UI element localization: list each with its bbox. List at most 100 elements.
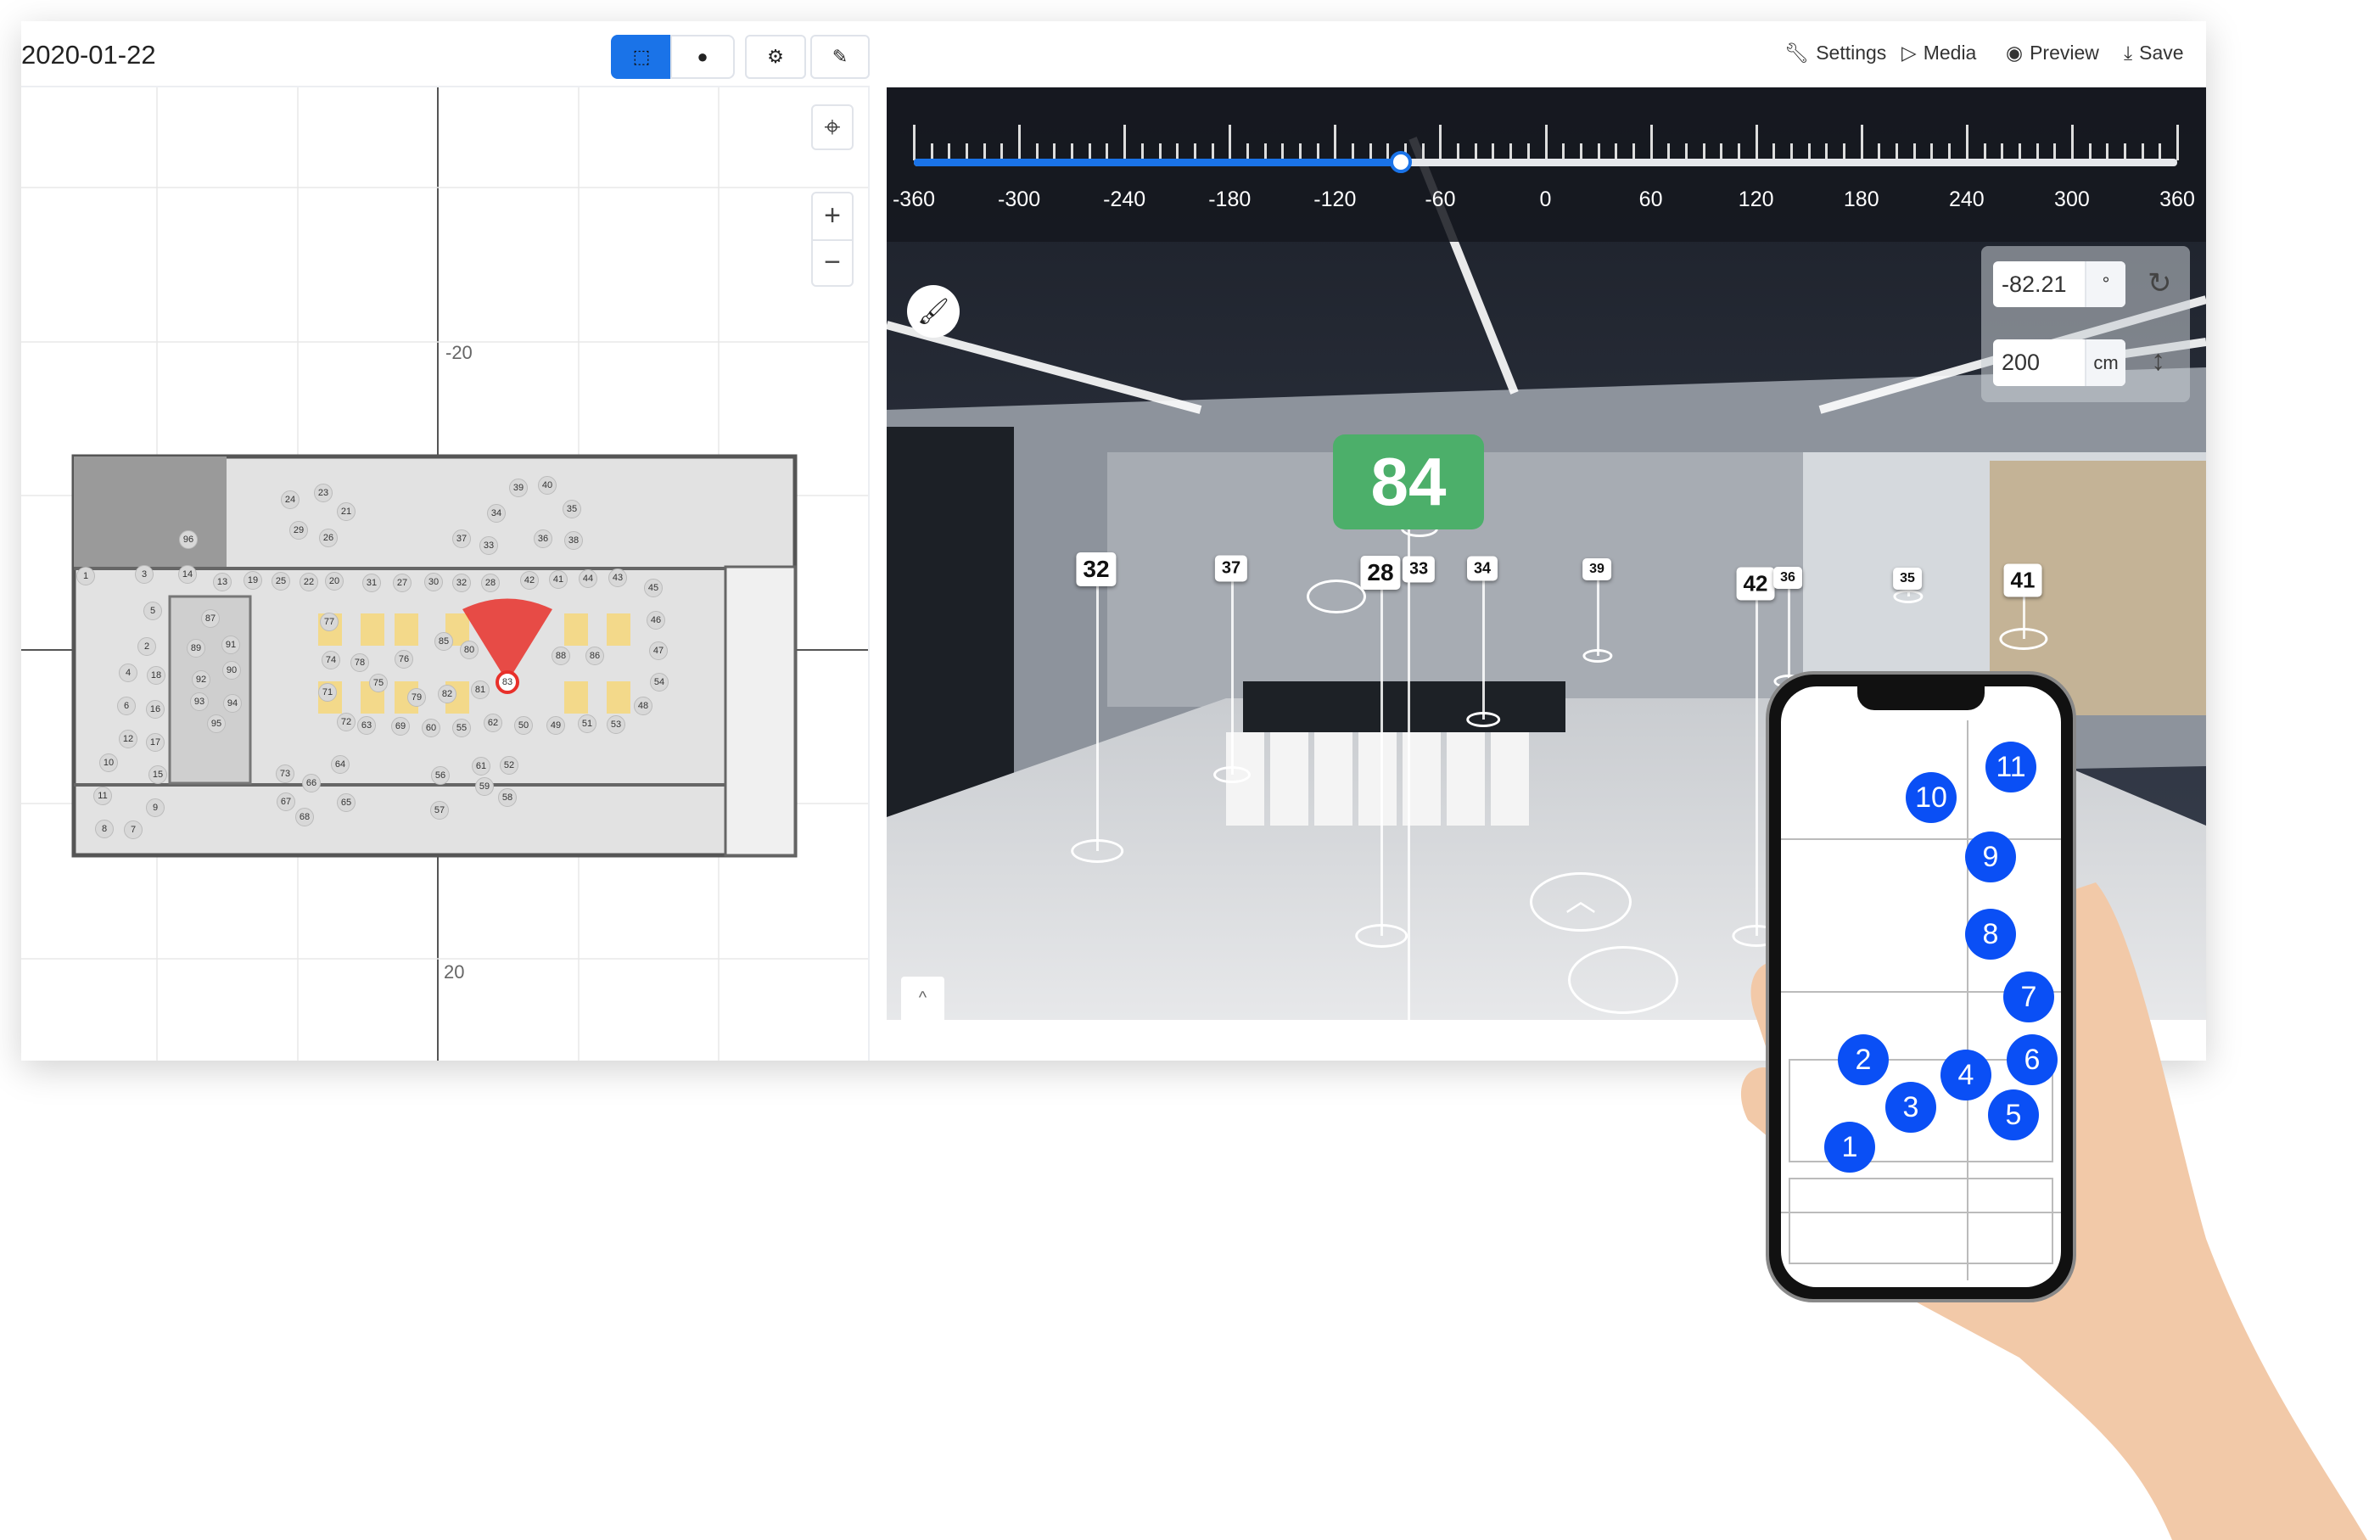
seat-marker[interactable]: 86 [585,647,604,665]
current-marker-badge[interactable]: 84 [1333,434,1484,529]
seat-marker[interactable]: 63 [357,716,376,735]
seat-marker[interactable]: 96 [179,530,198,549]
seat-marker[interactable]: 79 [407,688,426,707]
seat-marker[interactable]: 44 [579,569,597,588]
marker-label[interactable]: 42 [1736,567,1775,601]
seat-marker[interactable]: 49 [546,716,565,735]
marker-label[interactable]: 41 [2003,563,2042,597]
seat-marker[interactable]: 29 [289,521,308,540]
marker-ring[interactable] [1466,712,1500,727]
seat-marker[interactable]: 50 [514,716,533,735]
marker-label[interactable]: 36 [1773,567,1802,589]
floor-map[interactable]: -20 20 1 3 14 13 19 25 22 20 31 27 30 32 28 42 41 44 43 4… [21,87,870,1061]
edit-tool-button[interactable]: ✎ [810,35,870,79]
seat-marker[interactable]: 20 [325,572,344,591]
seat-marker[interactable]: 39 [509,479,528,497]
seat-marker[interactable]: 41 [549,570,568,589]
seat-marker[interactable]: 14 [178,565,197,584]
seat-marker[interactable]: 66 [302,774,321,792]
seat-marker[interactable]: 22 [300,573,318,591]
seat-marker[interactable]: 67 [277,792,295,811]
seat-marker[interactable]: 95 [207,714,226,733]
select-tool-button[interactable]: ⬚ [611,35,672,79]
nav-arrow-left[interactable] [1307,580,1366,613]
marker-ring[interactable] [1999,628,2048,650]
seat-marker[interactable]: 21 [337,502,356,521]
seat-marker[interactable]: 19 [244,571,262,590]
seat-marker[interactable]: 45 [644,579,663,597]
seat-marker[interactable]: 61 [472,757,490,776]
zoom-out-button[interactable]: − [813,238,852,285]
seat-marker[interactable]: 82 [438,685,456,703]
seat-marker[interactable]: 47 [649,641,668,660]
heading-slider[interactable]: -360 -300 -240 -180 -120 -60 0 60 120 180 240 300 36… [887,87,2206,242]
seat-marker[interactable]: 52 [500,756,518,775]
seat-marker[interactable]: 35 [563,500,581,518]
seat-marker[interactable]: 27 [393,574,412,592]
seat-marker[interactable]: 9 [146,798,165,817]
marker-label[interactable]: 34 [1466,556,1498,581]
seat-marker[interactable]: 90 [222,661,241,680]
seat-marker[interactable]: 8 [95,820,114,838]
marker-ring[interactable] [1582,649,1613,663]
seat-marker[interactable]: 73 [276,764,294,783]
seat-marker[interactable]: 60 [422,719,440,737]
seat-marker[interactable]: 91 [221,636,240,654]
seat-marker[interactable]: 10 [99,753,118,772]
marker-label[interactable]: 28 [1360,556,1401,590]
seat-marker[interactable]: 54 [650,673,669,692]
locate-button[interactable]: ⌖ [811,104,854,150]
settings-button[interactable]: 🔧︎ Settings [1784,42,1886,64]
seat-marker[interactable]: 78 [350,653,369,672]
seat-marker[interactable]: 74 [322,651,340,669]
seat-marker[interactable]: 72 [337,713,356,731]
seat-marker[interactable]: 30 [424,573,443,591]
seat-marker[interactable]: 1 [76,567,95,585]
seat-marker[interactable]: 43 [608,568,627,587]
settings-tool-button[interactable]: ⚙ [745,35,806,79]
marker-label[interactable]: 35 [1893,568,1922,590]
nav-arrow-forward[interactable]: ︿ [1530,872,1632,932]
seat-marker[interactable]: 11 [93,787,112,805]
marker-ring[interactable] [1213,766,1251,783]
marker-ring[interactable] [1355,924,1408,948]
seat-marker[interactable]: 69 [391,717,410,736]
seat-marker[interactable]: 26 [319,529,338,547]
seat-marker[interactable]: 12 [119,730,137,748]
height-input[interactable]: 200 cm [1993,339,2125,386]
seat-marker[interactable]: 5 [143,602,162,620]
seat-marker[interactable]: 33 [479,536,498,555]
seat-marker[interactable]: 38 [564,531,583,550]
marker-label[interactable]: 37 [1214,555,1248,582]
marker-label[interactable]: 39 [1582,558,1611,580]
media-button[interactable]: ▷ Media [1901,42,1976,64]
seat-marker[interactable]: 31 [362,574,381,592]
marker-ring[interactable] [1893,590,1924,603]
preview-button[interactable]: ◉ Preview [2006,42,2099,64]
marker-label[interactable]: 32 [1076,552,1117,586]
seat-marker[interactable]: 68 [295,808,314,826]
seat-marker[interactable]: 6 [117,697,136,715]
seat-marker[interactable]: 24 [281,490,300,509]
collapse-button[interactable]: ^ [901,977,944,1020]
seat-marker[interactable]: 7 [124,820,143,839]
selected-seat-marker[interactable]: 83 [496,670,519,694]
seat-marker[interactable]: 48 [634,697,652,715]
seat-marker[interactable]: 94 [223,694,242,713]
seat-marker[interactable]: 55 [452,719,471,737]
seat-marker[interactable]: 51 [578,714,596,733]
seat-marker[interactable]: 16 [146,700,165,719]
marker-ring[interactable] [1071,839,1123,863]
seat-marker[interactable]: 65 [337,793,356,812]
seat-marker[interactable]: 85 [434,632,453,651]
seat-marker[interactable]: 89 [187,639,205,658]
seat-marker[interactable]: 18 [147,666,165,685]
seat-marker[interactable]: 2 [137,637,156,656]
rotation-input[interactable]: -82.21 ° [1993,261,2125,307]
seat-marker[interactable]: 87 [201,609,220,628]
slider-knob[interactable] [1390,151,1413,173]
seat-marker[interactable]: 25 [272,572,290,591]
seat-marker[interactable]: 40 [538,476,557,495]
seat-marker[interactable]: 81 [471,680,490,699]
seat-marker[interactable]: 42 [520,571,539,590]
